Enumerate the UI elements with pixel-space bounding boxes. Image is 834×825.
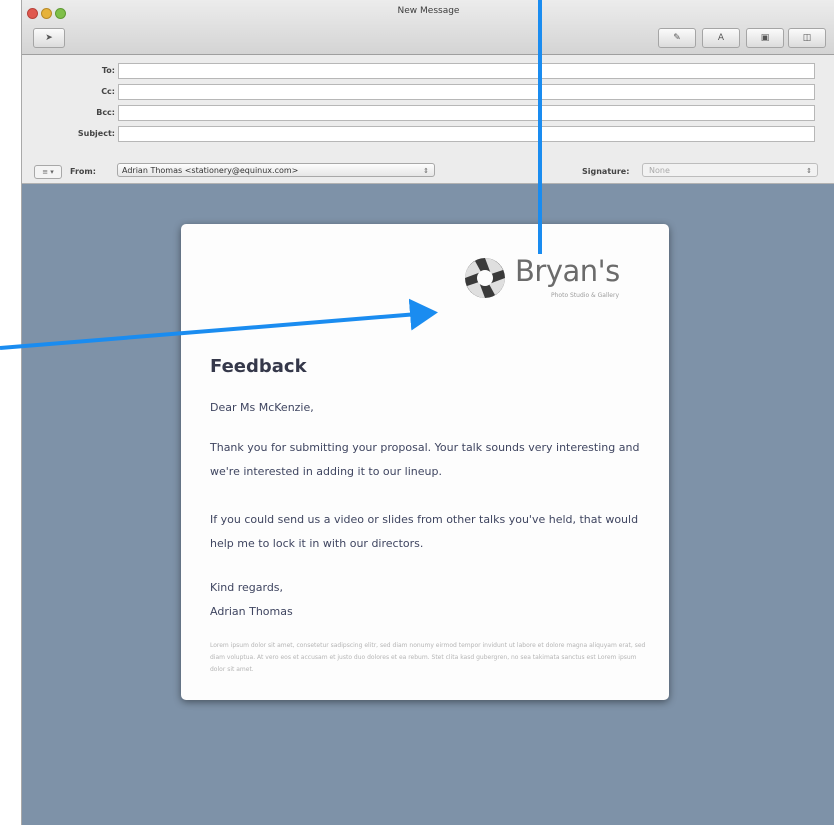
select-arrows-icon: ⇕ [423, 167, 429, 175]
subject-field[interactable] [118, 126, 815, 142]
letter-closing: Kind regards, Adrian Thomas [210, 576, 293, 624]
letter-paragraph-2: If you could send us a video or slides f… [210, 513, 639, 550]
letter-greeting: Dear Ms McKenzie, [210, 401, 314, 414]
mail-compose-window: New Message ➤ ✎ A ▣ ◫ To: Cc: Bcc: Subje… [21, 0, 834, 825]
send-icon: ➤ [45, 33, 53, 43]
format-button[interactable]: A [702, 28, 740, 48]
to-row: To: [22, 61, 834, 81]
attach-button[interactable]: ✎ [658, 28, 696, 48]
bcc-field[interactable] [118, 105, 815, 121]
letter-title: Feedback [210, 356, 307, 377]
from-select[interactable]: Adrian Thomas <stationery@equinux.com> ⇕ [117, 163, 435, 177]
bcc-label: Bcc: [96, 108, 115, 117]
bcc-row: Bcc: [22, 103, 834, 123]
to-label: To: [101, 66, 115, 75]
paperclip-icon: ✎ [673, 33, 681, 43]
message-body-area[interactable]: Bryan's Photo Studio & Gallery Feedback … [22, 184, 834, 825]
font-icon: A [717, 33, 725, 43]
from-value: Adrian Thomas <stationery@equinux.com> [122, 166, 299, 175]
photo-icon: ▣ [760, 33, 770, 43]
signature-value: None [649, 166, 670, 175]
aperture-logo-icon [465, 258, 505, 298]
from-label: From: [70, 167, 96, 176]
cc-label: Cc: [101, 87, 115, 96]
window-title: New Message [397, 6, 460, 16]
signature-name: Adrian Thomas [210, 605, 293, 618]
signature-label: Signature: [582, 167, 630, 176]
closing-line: Kind regards, [210, 581, 284, 594]
subject-label: Subject: [77, 129, 115, 138]
stationery-card[interactable]: Bryan's Photo Studio & Gallery Feedback … [181, 224, 669, 700]
photo-browser-button[interactable]: ▣ [746, 28, 784, 48]
studio-logo: Bryan's Photo Studio & Gallery [463, 250, 643, 320]
cc-field[interactable] [118, 84, 815, 100]
header-options-button[interactable]: ≡ ▾ [34, 165, 62, 179]
select-arrows-icon: ⇕ [806, 167, 812, 175]
logo-tagline: Photo Studio & Gallery [551, 292, 619, 299]
to-field[interactable] [118, 63, 815, 79]
title-bar: New Message ➤ ✎ A ▣ ◫ [22, 0, 834, 55]
cc-row: Cc: [22, 82, 834, 102]
signature-select[interactable]: None ⇕ [642, 163, 818, 177]
logo-name: Bryan's [515, 254, 620, 288]
stationery-icon: ◫ [802, 33, 812, 43]
letter-paragraph-1: Thank you for submitting your proposal. … [210, 441, 640, 478]
letter-footer: Lorem ipsum dolor sit amet, consetetur s… [210, 642, 646, 673]
stationery-button[interactable]: ◫ [788, 28, 826, 48]
send-button[interactable]: ➤ [33, 28, 65, 48]
subject-row: Subject: [22, 124, 834, 144]
message-headers: To: Cc: Bcc: Subject: ≡ ▾ From: Adrian T… [22, 55, 834, 184]
